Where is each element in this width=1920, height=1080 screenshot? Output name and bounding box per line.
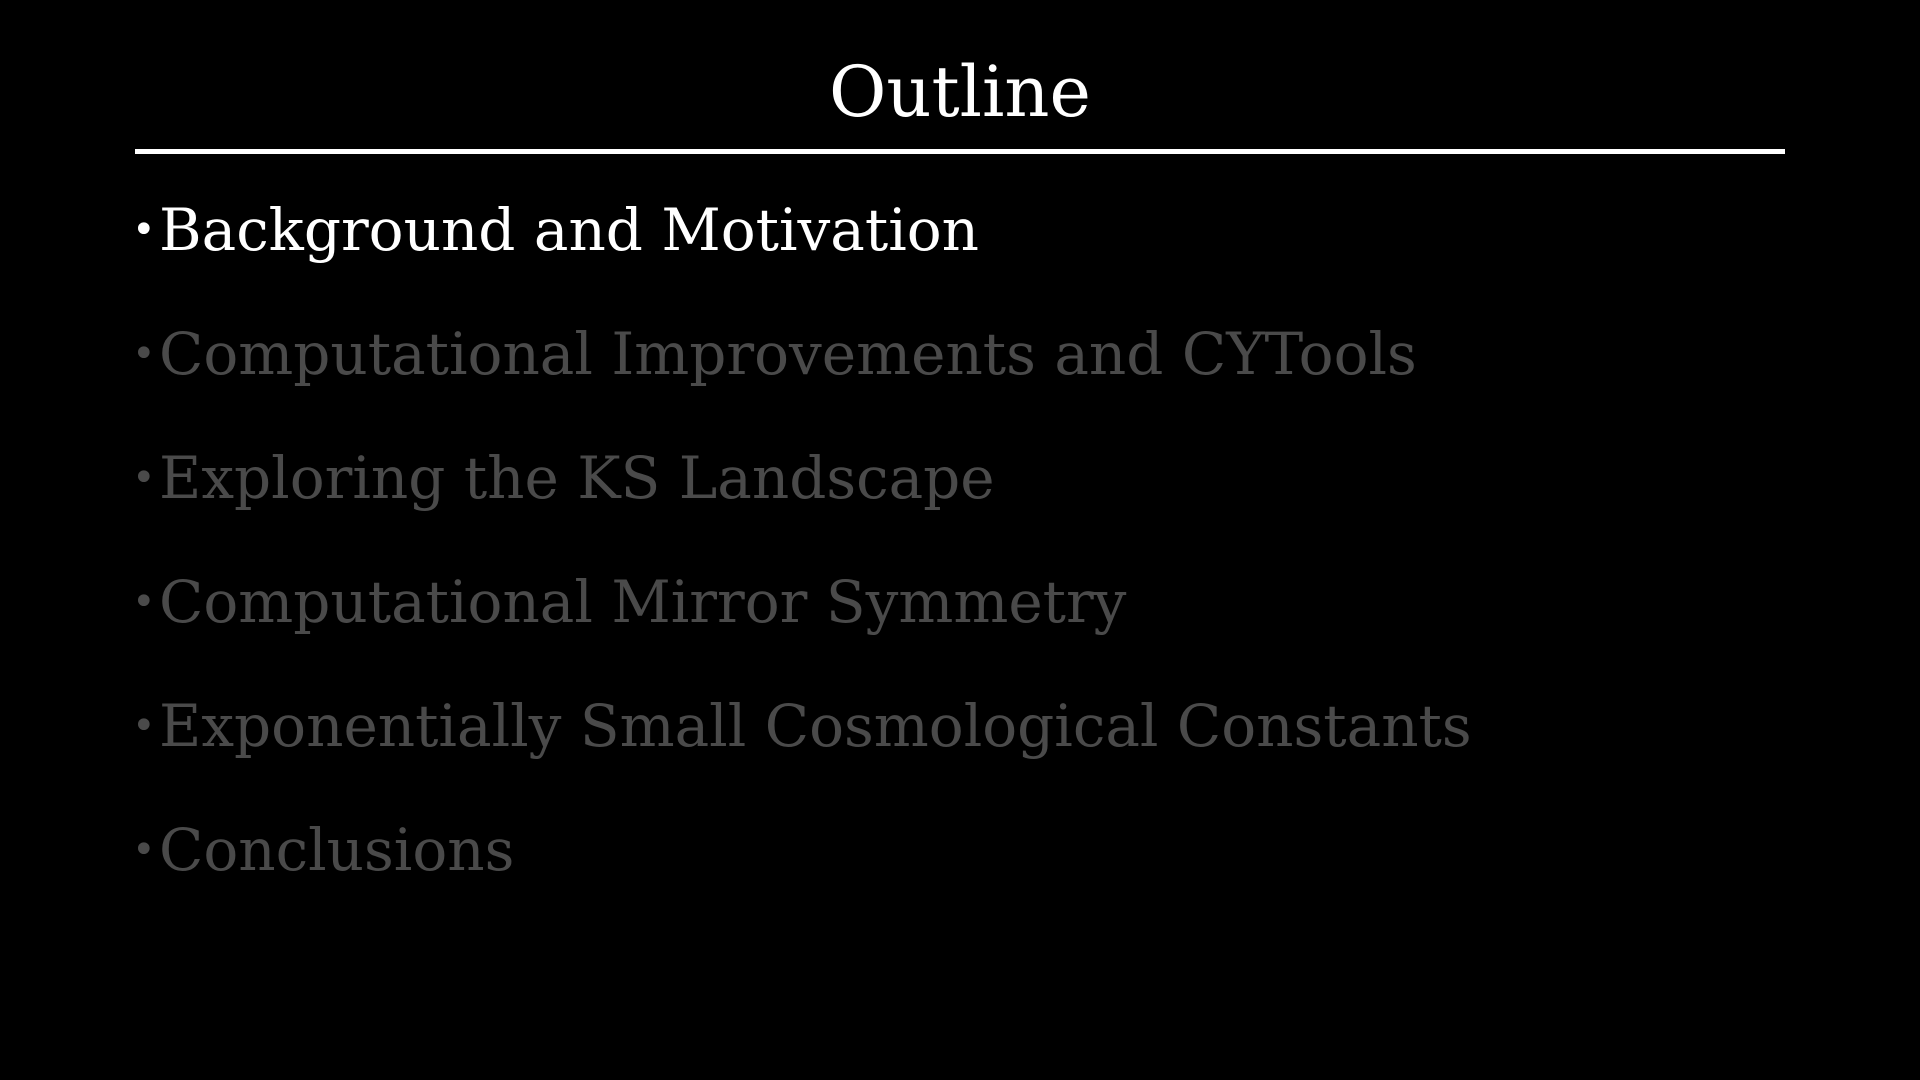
outline-item-label: Background and Motivation <box>159 196 980 264</box>
outline-item-label: Exploring the KS Landscape <box>159 444 995 512</box>
bullet-icon: • <box>132 703 156 749</box>
slide: Outline • Background and Motivation • Co… <box>0 0 1920 1080</box>
outline-item-background-and-motivation: • Background and Motivation <box>132 190 1472 314</box>
outline-item-label: Exponentially Small Cosmological Constan… <box>159 692 1472 760</box>
bullet-icon: • <box>132 331 156 377</box>
outline-item-label: Computational Mirror Symmetry <box>159 568 1127 636</box>
outline-item-mirror-symmetry: • Computational Mirror Symmetry <box>132 562 1472 686</box>
outline-item-computational-improvements: • Computational Improvements and CYTools <box>132 314 1472 438</box>
bullet-icon: • <box>132 579 156 625</box>
outline-item-conclusions: • Conclusions <box>132 810 1472 934</box>
bullet-icon: • <box>132 455 156 501</box>
slide-title: Outline <box>829 51 1091 133</box>
outline-item-label: Computational Improvements and CYTools <box>159 320 1417 388</box>
outline-item-label: Conclusions <box>159 816 515 884</box>
outline-list: • Background and Motivation • Computatio… <box>132 190 1472 934</box>
bullet-icon: • <box>132 827 156 873</box>
outline-item-ks-landscape: • Exploring the KS Landscape <box>132 438 1472 562</box>
title-divider <box>135 149 1785 154</box>
bullet-icon: • <box>132 207 156 253</box>
outline-item-cosmological-constants: • Exponentially Small Cosmological Const… <box>132 686 1472 810</box>
